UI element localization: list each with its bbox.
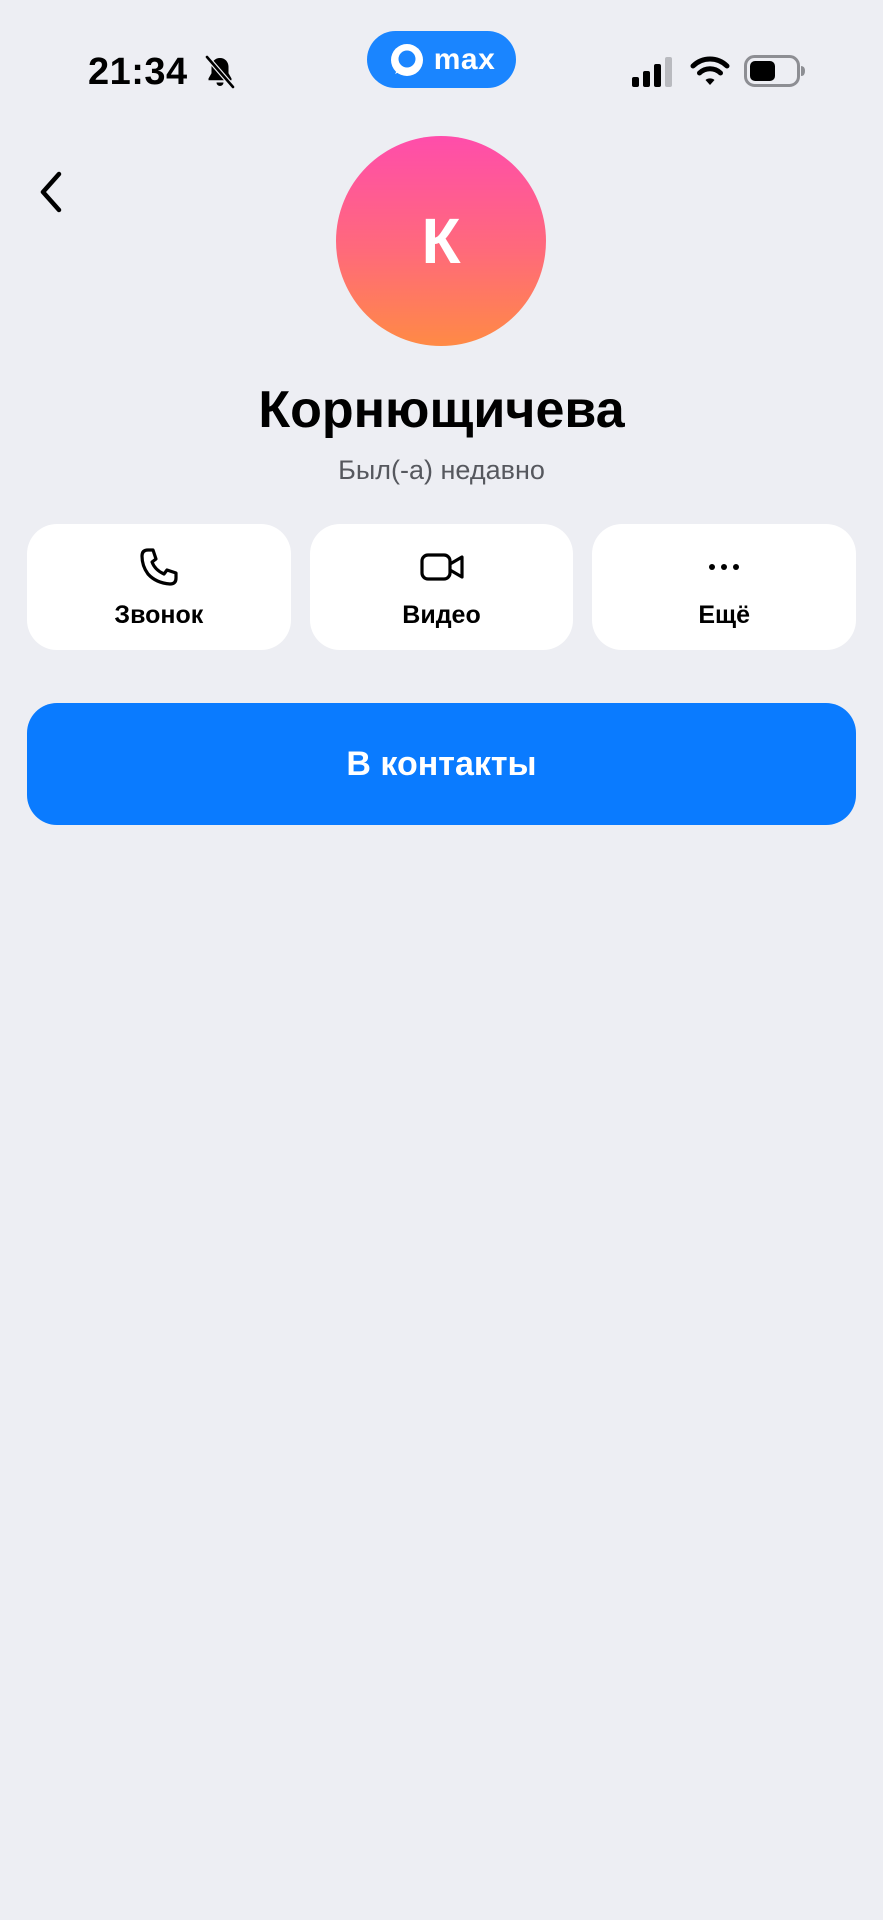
- app-indicator-pill[interactable]: max: [367, 31, 516, 88]
- profile-name: Корнющичева: [258, 381, 625, 439]
- chevron-left-icon: [40, 171, 62, 213]
- wifi-icon: [690, 56, 730, 85]
- back-button[interactable]: [20, 160, 80, 224]
- last-seen-status: Был(-а) недавно: [338, 455, 545, 485]
- status-time: 21:34: [88, 51, 188, 93]
- max-logo-icon: [390, 43, 423, 76]
- bell-slash-icon: [205, 55, 235, 89]
- add-to-contacts-button[interactable]: В контакты: [27, 703, 856, 825]
- profile-screen: 21:34 max К Корнющичева Был(-а) недавно …: [0, 0, 883, 1920]
- action-buttons-row: Звонок Видео Ещё: [27, 524, 857, 650]
- add-to-contacts-label: В контакты: [346, 744, 537, 783]
- more-dots-icon: [709, 564, 740, 570]
- app-name: max: [433, 42, 496, 76]
- more-label: Ещё: [698, 601, 751, 629]
- video-button[interactable]: Видео: [309, 524, 574, 650]
- avatar[interactable]: К: [336, 136, 546, 346]
- avatar-initial: К: [421, 205, 461, 277]
- phone-icon: [140, 548, 178, 586]
- more-button[interactable]: Ещё: [592, 524, 857, 650]
- video-label: Видео: [402, 601, 481, 629]
- signal-icon: [632, 57, 672, 87]
- call-button[interactable]: Звонок: [27, 524, 291, 650]
- video-camera-icon: [419, 553, 464, 581]
- call-label: Звонок: [114, 601, 204, 629]
- battery-icon: [744, 55, 805, 87]
